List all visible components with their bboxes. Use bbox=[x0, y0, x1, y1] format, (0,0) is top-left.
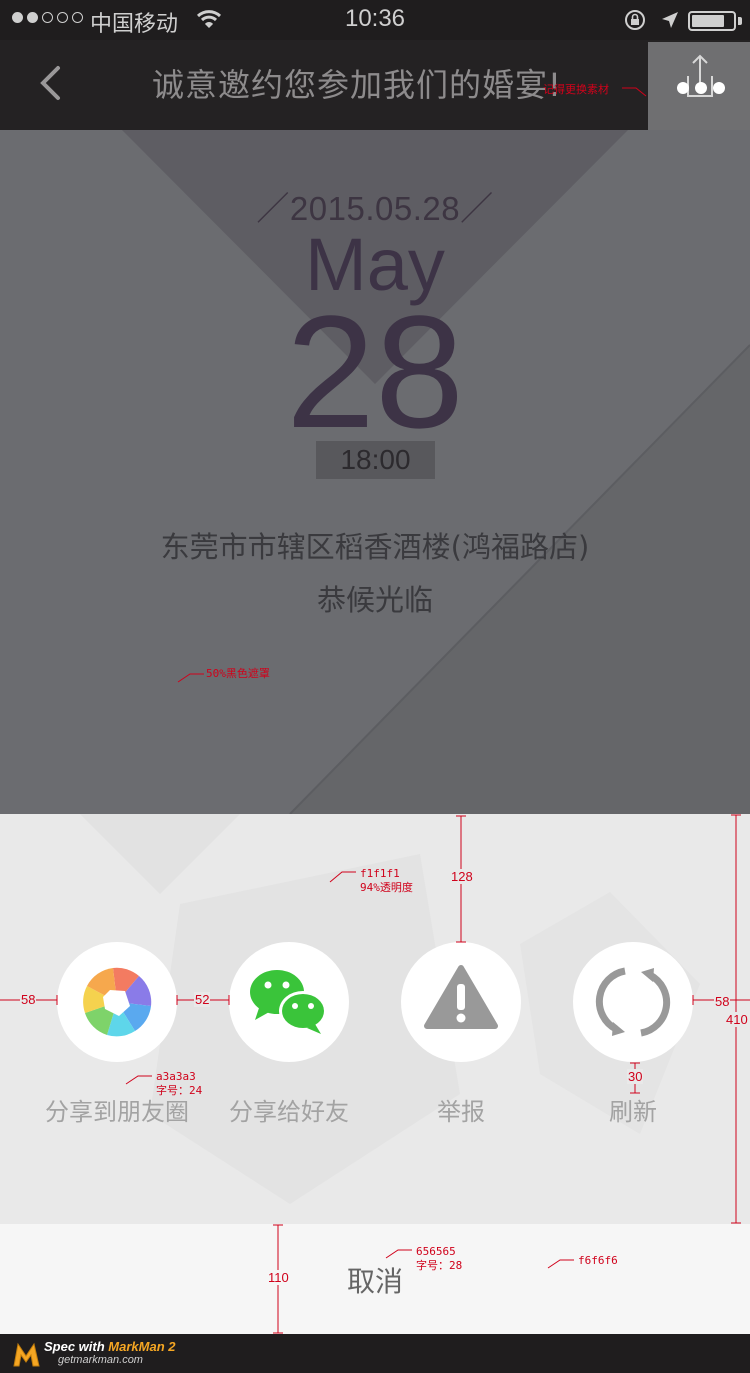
spec-annotation-lines bbox=[0, 87, 750, 1334]
annotation-label-size: 字号：24 bbox=[156, 1084, 203, 1097]
footer-title: Spec with MarkMan 2 bbox=[44, 1339, 176, 1354]
markman-logo-icon bbox=[13, 1342, 40, 1367]
footer-brand: MarkMan 2 bbox=[108, 1339, 176, 1354]
dimension-left: 58 bbox=[20, 992, 37, 1007]
footer-url: getmarkman.com bbox=[58, 1354, 143, 1366]
annotation-cancel-color: 656565 bbox=[416, 1245, 456, 1258]
dimension-label-gap: 30 bbox=[627, 1069, 644, 1084]
markman-footer: Spec with MarkMan 2 getmarkman.com bbox=[0, 1334, 750, 1373]
dimension-height: 410 bbox=[725, 1012, 749, 1027]
annotation-label-color: a3a3a3 bbox=[156, 1070, 196, 1083]
annotation-sheet-opacity: 94%透明度 bbox=[360, 881, 413, 894]
annotation-mask-note: 50%黑色遮罩 bbox=[206, 667, 270, 680]
footer-spec-prefix: Spec with bbox=[44, 1339, 109, 1354]
dimension-top: 128 bbox=[450, 869, 474, 884]
annotation-cancel-size: 字号：28 bbox=[416, 1259, 463, 1272]
annotation-cancel-bg: f6f6f6 bbox=[578, 1254, 618, 1267]
dimension-gap: 52 bbox=[194, 992, 211, 1007]
annotation-share-note: 记得更换素材 bbox=[543, 83, 609, 96]
annotation-sheet-color: f1f1f1 bbox=[360, 867, 400, 880]
dimension-right: 58 bbox=[714, 994, 731, 1009]
dimension-cancel: 110 bbox=[267, 1270, 290, 1285]
